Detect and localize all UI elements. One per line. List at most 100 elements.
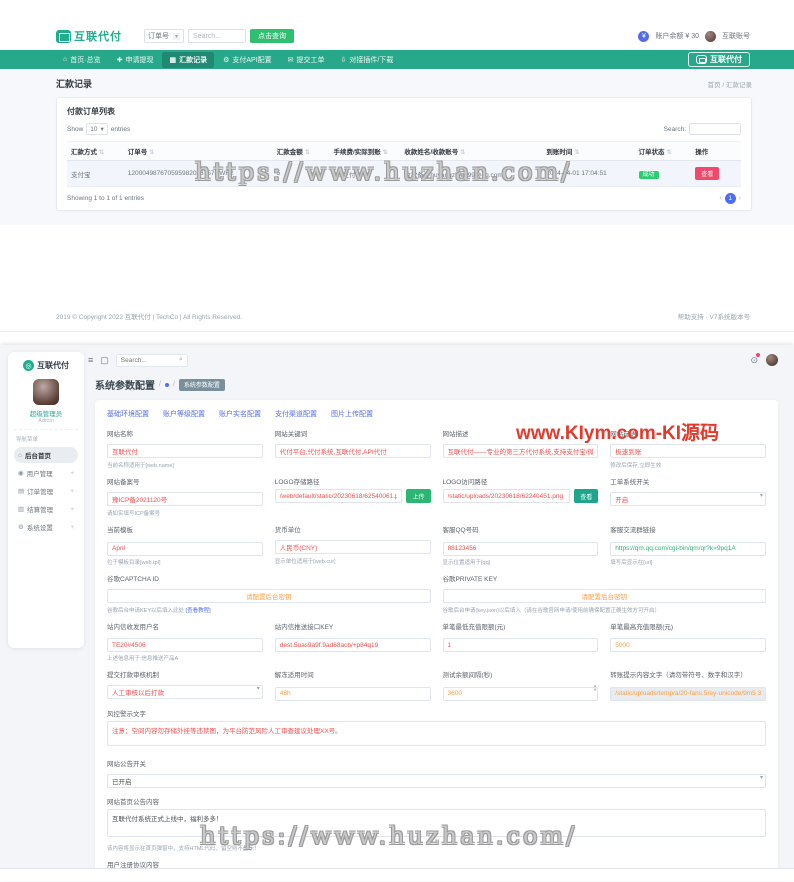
view-button[interactable]: 查看	[695, 167, 720, 180]
icp-input[interactable]	[107, 492, 263, 506]
field-captcha-id: 谷歌CAPTCHA ID 谷歌后台申请KEY以后填入此处 [查看教程]	[107, 573, 431, 614]
admin-name: 超级管理员	[29, 411, 63, 418]
sort-icon: ⇅	[460, 150, 466, 156]
col-fee[interactable]: 手续费/实际到账 ⇅	[329, 141, 401, 161]
field-home-notice: 网站首页公告内容 互联代付系统正式上线中，福利多多！ 该内容将显示在首页弹窗中，…	[107, 796, 766, 852]
sort-icon: ⇅	[574, 150, 580, 156]
col-method[interactable]: 汇款方式 ⇅	[67, 141, 124, 161]
breadcrumb[interactable]: 首页 / 汇款记录	[708, 79, 752, 89]
ticket-switch-select[interactable]	[610, 492, 766, 506]
stepper-arrows[interactable]: ▴ ▾	[594, 683, 596, 692]
unfreeze-time-input[interactable]	[274, 686, 431, 701]
search-type-value: 订单号	[148, 33, 169, 40]
table-search-input[interactable]	[689, 123, 741, 135]
help-text: 谷歌后台申请KEY以后填入此处	[107, 607, 186, 614]
template-input[interactable]	[107, 541, 263, 556]
admin-avatar[interactable]	[33, 379, 59, 405]
page-size-select[interactable]: 10 ▾	[86, 123, 108, 135]
home-notice-textarea[interactable]: 互联代付系统正式上线中，福利多多！	[107, 808, 766, 837]
upload-button[interactable]: 上传	[406, 489, 431, 503]
sidebar-logo[interactable]: ◎ 互联代付	[14, 360, 78, 371]
site-slogan-input[interactable]	[610, 444, 766, 458]
sidebar-item-label: 结算管理	[27, 507, 54, 514]
group-link-input[interactable]	[610, 541, 766, 556]
prev-page-icon[interactable]: ‹	[719, 195, 721, 202]
page-number[interactable]: 1	[724, 193, 736, 204]
tab-upload[interactable]: 图片上传配置	[331, 409, 373, 419]
records-content: 汇款记录 首页 / 汇款记录 付款订单列表 Show 10 ▾ entries …	[0, 69, 794, 225]
col-amount[interactable]: 汇款金额 ⇅	[272, 141, 330, 161]
risk-warning-textarea[interactable]: 注意：空间内容勿存储外挂等违禁图，为平台防范风险人工审查建议处理XX号。	[107, 720, 766, 746]
table-summary: Showing 1 to 1 of 1 entries	[67, 195, 144, 202]
brand-logo[interactable]: 互联代付	[56, 28, 122, 44]
settlement-icon: ▥	[18, 506, 25, 513]
fullscreen-icon[interactable]: ▢	[100, 355, 109, 366]
site-description-input[interactable]	[442, 444, 599, 458]
logo-url-input[interactable]	[442, 489, 571, 503]
topbar-search-input[interactable]	[120, 356, 171, 364]
field-service-qq: 客服QQ号码 显示位置适用于[qq]	[442, 524, 599, 566]
expand-plus-icon: +	[70, 487, 74, 495]
menu-toggle-icon[interactable]: ≡	[88, 355, 93, 365]
sidebar-item-users[interactable]: ◉ 用户管理 +	[14, 465, 78, 481]
col-action[interactable]: 操作	[691, 141, 741, 161]
review-mode-select[interactable]	[107, 685, 263, 699]
account-name[interactable]: 互联账号	[722, 31, 750, 41]
version-text[interactable]: 帮助支持 · V7系统版本号	[678, 311, 750, 321]
topbar-search[interactable]: ⌕	[115, 353, 188, 367]
next-page-icon[interactable]: ›	[739, 195, 741, 202]
sidebar: ◎ 互联代付 超级管理员 Admin 导航菜单 ⌂ 后台首页 ◉ 用户管理 + …	[8, 352, 84, 648]
col-payee[interactable]: 收款姓名/收款账号 ⇅	[400, 141, 543, 161]
captcha-id-input[interactable]	[107, 588, 431, 603]
orders-card: 付款订单列表 Show 10 ▾ entries Search: 汇款方式 ⇅ …	[56, 97, 752, 211]
notifications-bell[interactable]: ⊙	[750, 352, 760, 366]
private-key-input[interactable]	[442, 588, 766, 603]
msg-user-input[interactable]	[107, 638, 263, 652]
sidebar-item-orders[interactable]: ▤ 订单管理 +	[14, 483, 78, 499]
tab-realname[interactable]: 账户实名配置	[219, 409, 261, 419]
nav-item-home[interactable]: ⌂ 首页·总览	[56, 52, 108, 68]
avatar[interactable]	[705, 30, 716, 42]
nav-item-download[interactable]: ⇩ 对接插件/下载	[334, 52, 401, 68]
search-type-select[interactable]: 订单号 ▾	[144, 29, 185, 43]
nav-item-records[interactable]: ▦ 汇款记录	[162, 51, 215, 68]
nav-item-api[interactable]: ⚙ 支付API配置	[216, 52, 279, 68]
test-interval-stepper[interactable]	[442, 686, 599, 701]
bottom-page-edge	[0, 868, 794, 881]
msg-key-input[interactable]	[274, 638, 431, 652]
nav-item-withdraw[interactable]: ✚ 申请提现	[110, 52, 161, 68]
breadcrumb-home-dot[interactable]	[164, 382, 169, 387]
tab-basic[interactable]: 基础环境配置	[107, 409, 149, 419]
breadcrumb-separator: /	[172, 381, 175, 388]
search-button[interactable]: 点击查询	[250, 29, 295, 43]
step-down-icon[interactable]: ▾	[594, 687, 596, 692]
col-time[interactable]: 到账时间 ⇅	[542, 141, 635, 161]
tab-levels[interactable]: 账户等级配置	[163, 409, 205, 419]
notice-switch-select[interactable]	[107, 773, 766, 788]
records-icon: ▦	[169, 56, 177, 64]
logo-path-input[interactable]	[274, 489, 403, 503]
sidebar-item-dashboard[interactable]: ⌂ 后台首页	[14, 447, 78, 463]
col-status[interactable]: 订单状态 ⇅	[634, 141, 692, 161]
service-qq-input[interactable]	[442, 541, 599, 556]
field-template: 当前模板 位于模板目录[web.tpl]	[107, 524, 263, 566]
col-order-no[interactable]: 订单号 ⇅	[123, 141, 273, 161]
settings-title: 系统参数配置	[95, 381, 155, 392]
tab-channels[interactable]: 支付渠道配置	[275, 409, 317, 419]
currency-input[interactable]	[274, 540, 431, 554]
view-button[interactable]: 查看	[574, 489, 599, 503]
site-keywords-input[interactable]	[274, 444, 431, 458]
admin-topbar-avatar[interactable]	[766, 354, 778, 366]
min-recharge-input[interactable]	[442, 638, 599, 652]
order-icon: ▤	[18, 488, 25, 495]
sidebar-item-settlement[interactable]: ▥ 结算管理 +	[14, 501, 78, 517]
sidebar-item-settings[interactable]: ⚙ 系统设置 +	[14, 519, 78, 535]
site-name-input[interactable]	[107, 444, 263, 458]
field-max-recharge: 单笔最高充值限额(元)	[610, 621, 766, 663]
nav-item-ticket[interactable]: ✉ 提交工单	[281, 52, 332, 68]
max-recharge-input[interactable]	[610, 638, 766, 652]
nav-label: 提交工单	[296, 56, 325, 64]
tutorial-link[interactable]: [查看教程]	[186, 608, 211, 614]
order-search-input[interactable]	[188, 29, 247, 43]
header-account-area: ¥ 账户余额 ¥ 30 互联账号	[638, 30, 750, 42]
